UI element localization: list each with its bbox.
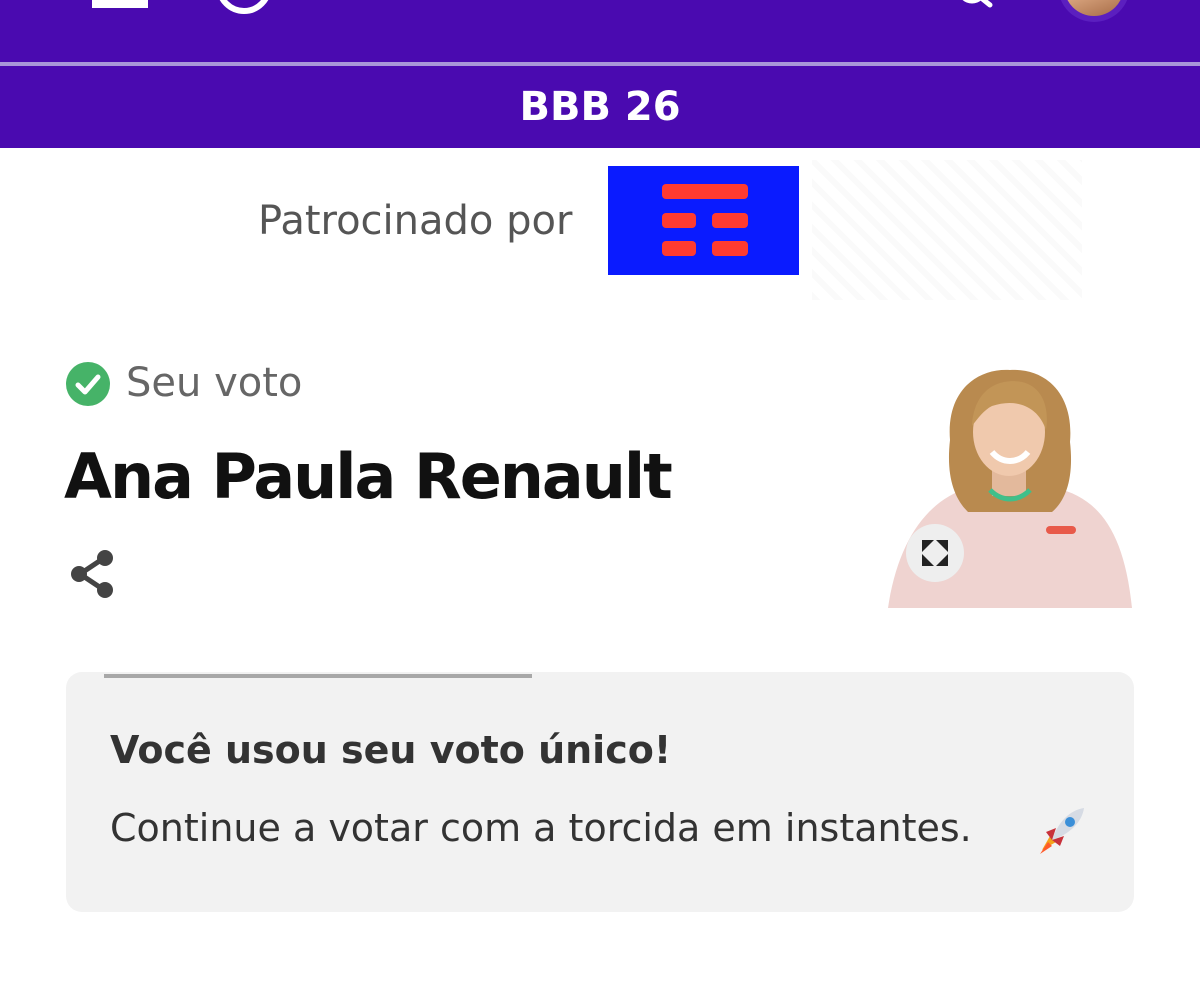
menu-icon[interactable] (92, 0, 148, 8)
card-progress-line (104, 674, 532, 678)
expand-icon (922, 540, 948, 566)
logo-icon[interactable] (216, 0, 272, 14)
share-icon (71, 550, 113, 598)
candidate-name: Ana Paula Renault (64, 440, 673, 513)
rocket-icon (1032, 802, 1090, 860)
section-title: BBB 26 (519, 84, 681, 130)
search-icon[interactable] (960, 0, 1000, 8)
card-heading: Você usou seu voto único! (110, 728, 672, 772)
card-message: Continue a votar com a torcida em instan… (110, 806, 972, 850)
top-app-bar (0, 0, 1200, 62)
expand-photo-button[interactable] (906, 524, 964, 582)
section-header: BBB 26 (0, 66, 1200, 148)
vote-info-card (66, 672, 1134, 912)
user-avatar[interactable] (1058, 0, 1130, 22)
share-button[interactable] (68, 548, 118, 600)
vote-status-label: Seu voto (126, 360, 303, 406)
sponsor-watermark (812, 160, 1082, 300)
sponsor-logo[interactable] (608, 166, 799, 275)
check-circle-icon (66, 362, 110, 406)
sponsor-label: Patrocinado por (258, 198, 573, 244)
